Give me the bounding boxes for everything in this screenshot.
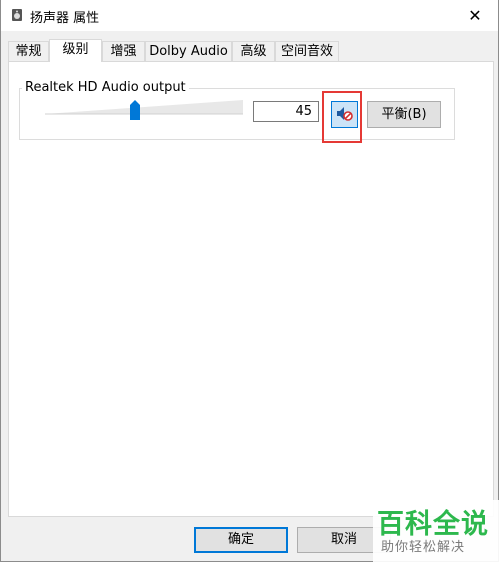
watermark-subtitle: 助你轻松解决 (381, 540, 466, 555)
balance-button[interactable]: 平衡(B) (367, 101, 441, 128)
window-title: 扬声器 属性 (30, 11, 100, 26)
tab-levels[interactable]: 级别 (49, 39, 102, 62)
slider-track[interactable] (45, 100, 243, 116)
volume-slider[interactable] (45, 100, 243, 120)
slider-thumb[interactable] (130, 100, 140, 120)
speaker-app-icon (10, 8, 24, 22)
device-label: Realtek HD Audio output (22, 80, 189, 95)
title-bar: 扬声器 属性 ✕ (1, 0, 498, 31)
tab-general[interactable]: 常规 (8, 41, 49, 61)
level-value-input[interactable]: 45 (253, 101, 319, 122)
levels-panel: Realtek HD Audio output 45 平衡(B) (8, 61, 494, 517)
properties-window: 扬声器 属性 ✕ 常规 级别 增强 Dolby Audio 高级 空间音效 Re… (0, 0, 500, 563)
tab-enhancements[interactable]: 增强 (102, 41, 145, 61)
tab-spatial-sound[interactable]: 空间音效 (275, 41, 339, 61)
speaker-muted-icon (336, 106, 353, 124)
tab-dolby-audio[interactable]: Dolby Audio (145, 41, 232, 61)
mute-button[interactable] (331, 101, 358, 128)
tab-strip: 常规 级别 增强 Dolby Audio 高级 空间音效 (8, 39, 494, 62)
close-icon: ✕ (468, 6, 482, 25)
ok-button[interactable]: 确定 (194, 527, 288, 553)
close-button[interactable]: ✕ (452, 0, 498, 31)
watermark: 百科全说 助你轻松解决 (373, 500, 500, 563)
tab-advanced[interactable]: 高级 (232, 41, 275, 61)
